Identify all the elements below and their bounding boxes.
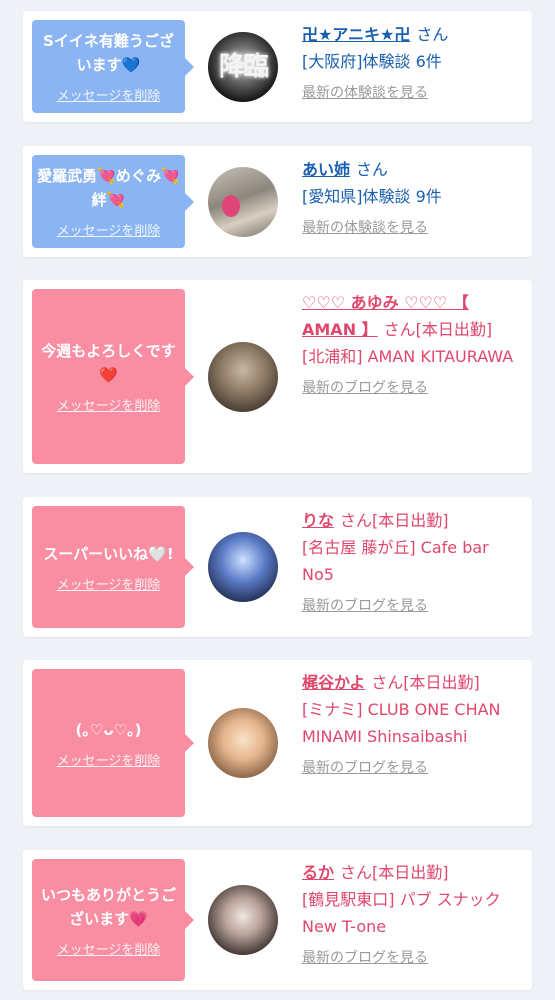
avatar[interactable]	[208, 532, 278, 602]
message-bubble: 今週もよろしくです❤️ メッセージを削除	[32, 289, 194, 464]
list-item: (｡♡ᴗ♡｡) メッセージを削除 梶谷かよ さん[本日出勤] [ミナミ] CLUB…	[23, 660, 532, 826]
user-meta: [ミナミ] CLUB ONE CHAN MINAMI Shinsaibashi	[302, 700, 501, 746]
user-meta: [大阪府]体験談 6件	[302, 52, 442, 71]
message-text: スーパーいいね🤍!	[43, 544, 174, 563]
user-info: あい姉 さん [愛知県]体験談 9件 最新の体験談を見る	[302, 156, 524, 238]
delete-message-link[interactable]: メッセージを削除	[57, 750, 161, 769]
user-info: るか さん[本日出勤] [鶴見駅東口] パブ スナック New T-one 最新の…	[302, 859, 524, 968]
list-item: 愛羅武勇💘めぐみ💘絆💘 メッセージを削除 あい姉 さん [愛知県]体験談 9件 最…	[23, 146, 532, 257]
latest-post-link[interactable]: 最新の体験談を見る	[302, 83, 524, 103]
honorific: さん	[416, 25, 449, 44]
message-text: 今週もよろしくです❤️	[41, 342, 176, 384]
user-info: 卍★アニキ★卍 さん [大阪府]体験談 6件 最新の体験談を見る	[302, 21, 524, 103]
list-item: いつもありがとうございます💗 メッセージを削除 るか さん[本日出勤] [鶴見駅東…	[23, 850, 532, 990]
delete-message-link[interactable]: メッセージを削除	[57, 85, 161, 104]
avatar[interactable]	[208, 708, 278, 778]
honorific: さん[本日出勤]	[340, 863, 449, 882]
latest-post-link[interactable]: 最新のブログを見る	[302, 596, 524, 616]
avatar[interactable]: 降臨	[208, 32, 278, 102]
user-name-link[interactable]: りな	[302, 511, 334, 530]
avatar[interactable]	[208, 167, 278, 237]
user-meta: [鶴見駅東口] パブ スナック New T-one	[302, 890, 501, 936]
honorific: さん	[356, 160, 389, 179]
message-text: 愛羅武勇💘めぐみ💘絆💘	[37, 167, 180, 209]
latest-post-link[interactable]: 最新のブログを見る	[302, 378, 524, 398]
message-text: Sイイネ有難うございます💙	[43, 32, 174, 74]
list-item: スーパーいいね🤍! メッセージを削除 りな さん[本日出勤] [名古屋 藤が丘] …	[23, 497, 532, 637]
honorific: さん[本日出勤]	[371, 673, 480, 692]
message-text: (｡♡ᴗ♡｡)	[75, 720, 142, 739]
delete-message-link[interactable]: メッセージを削除	[57, 220, 161, 239]
user-info: ♡♡♡ あゆみ ♡♡♡ 【 AMAN 】さん[本日出勤] [北浦和] AMAN …	[302, 289, 524, 398]
message-bubble: いつもありがとうございます💗 メッセージを削除	[32, 859, 194, 981]
user-meta: [名古屋 藤が丘] Cafe bar No5	[302, 538, 489, 584]
latest-post-link[interactable]: 最新の体験談を見る	[302, 218, 524, 238]
user-meta: [北浦和] AMAN KITAURAWA	[302, 347, 514, 366]
user-name-link[interactable]: 卍★アニキ★卍	[302, 25, 410, 44]
list-item: Sイイネ有難うございます💙 メッセージを削除 降臨 卍★アニキ★卍 さん [大阪府…	[23, 11, 532, 122]
user-info: りな さん[本日出勤] [名古屋 藤が丘] Cafe bar No5 最新のブログ…	[302, 507, 524, 616]
message-bubble: (｡♡ᴗ♡｡) メッセージを削除	[32, 669, 194, 817]
honorific: さん[本日出勤]	[340, 511, 449, 530]
user-name-link[interactable]: あい姉	[302, 160, 350, 179]
avatar[interactable]	[208, 885, 278, 955]
user-info: 梶谷かよ さん[本日出勤] [ミナミ] CLUB ONE CHAN MINAMI …	[302, 669, 524, 778]
user-meta: [愛知県]体験談 9件	[302, 187, 442, 206]
user-name-link[interactable]: 梶谷かよ	[302, 673, 365, 692]
delete-message-link[interactable]: メッセージを削除	[57, 395, 161, 414]
list-item: 今週もよろしくです❤️ メッセージを削除 ♡♡♡ あゆみ ♡♡♡ 【 AMAN …	[23, 280, 532, 473]
avatar-detail	[222, 195, 240, 217]
message-bubble: 愛羅武勇💘めぐみ💘絆💘 メッセージを削除	[32, 155, 194, 248]
avatar[interactable]	[208, 342, 278, 412]
honorific: さん[本日出勤]	[383, 320, 493, 339]
message-text: いつもありがとうございます💗	[40, 885, 176, 928]
latest-post-link[interactable]: 最新のブログを見る	[302, 948, 524, 968]
user-name-link[interactable]: るか	[302, 863, 334, 882]
delete-message-link[interactable]: メッセージを削除	[57, 574, 161, 593]
message-bubble: スーパーいいね🤍! メッセージを削除	[32, 506, 194, 628]
delete-message-link[interactable]: メッセージを削除	[57, 939, 161, 958]
latest-post-link[interactable]: 最新のブログを見る	[302, 758, 524, 778]
message-list: Sイイネ有難うございます💙 メッセージを削除 降臨 卍★アニキ★卍 さん [大阪府…	[0, 0, 555, 1000]
message-bubble: Sイイネ有難うございます💙 メッセージを削除	[32, 20, 194, 113]
avatar-text: 降臨	[218, 52, 269, 82]
